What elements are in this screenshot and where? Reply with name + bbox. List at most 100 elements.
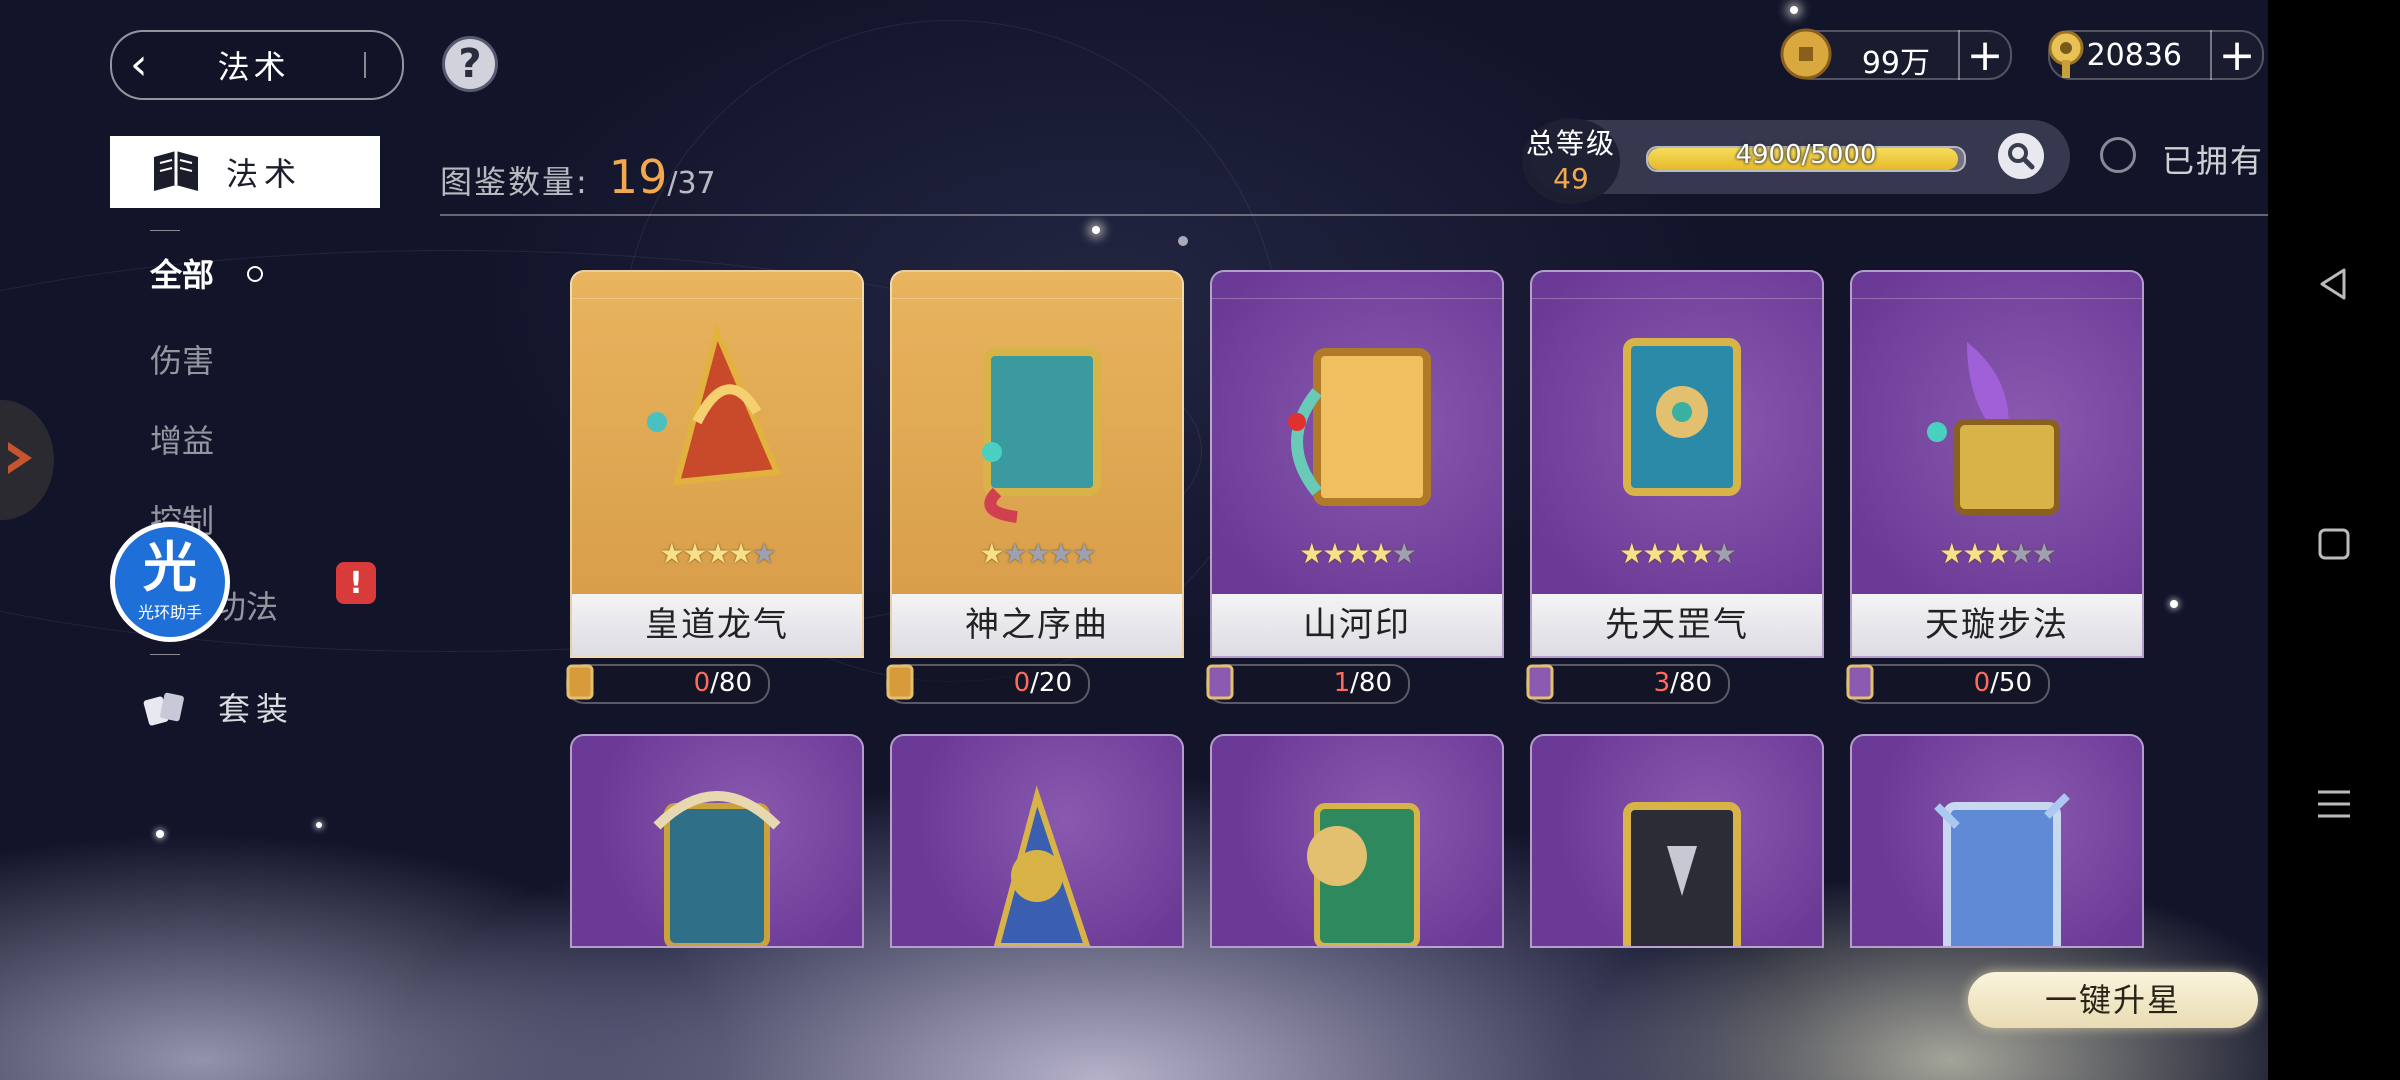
shard-icon xyxy=(1526,664,1554,700)
question-icon: ? xyxy=(458,41,482,87)
game-screen: ‹ 法术 ? 法术 全部 伤害 增益 控制 功法 ! 光 光环助手 套装 图鉴数… xyxy=(0,0,2268,1080)
spell-art-icon xyxy=(982,348,1101,523)
alert-badge: ! xyxy=(336,562,376,604)
spell-card[interactable]: ★★★★★ 皇道龙气 xyxy=(570,270,864,658)
star-filled-icon: ★ xyxy=(1322,537,1347,570)
spell-card[interactable] xyxy=(890,734,1184,948)
recents-nav-button[interactable] xyxy=(2302,772,2366,836)
star-rating: ★★★★★ xyxy=(1852,537,2142,570)
card-decoration xyxy=(1852,298,2142,299)
star-empty-icon: ★ xyxy=(1711,537,1737,570)
halo-logo-text: 光 xyxy=(143,536,197,599)
star-decoration xyxy=(1178,236,1188,246)
add-coin-button[interactable]: + xyxy=(1958,30,2010,81)
shard-owned: 0 xyxy=(1973,668,1991,698)
shard-owned: 3 xyxy=(1653,668,1671,698)
owned-filter-checkbox[interactable] xyxy=(2100,137,2136,173)
star-filled-icon: ★ xyxy=(1299,537,1324,570)
spell-art-icon xyxy=(1934,793,2070,946)
shard-icon xyxy=(1846,664,1874,700)
chevron-left-icon: ‹ xyxy=(130,39,148,90)
sidebar-item-label: 套装 xyxy=(218,690,295,728)
divider xyxy=(150,230,180,231)
star-empty-icon: ★ xyxy=(1071,537,1097,570)
sidebar-section-spells[interactable]: 法术 xyxy=(110,136,380,208)
spell-card[interactable] xyxy=(1530,734,1824,948)
shard-counter: 1/80 xyxy=(1206,664,1410,704)
spell-name: 神之序曲 xyxy=(892,594,1182,656)
shard-owned: 0 xyxy=(693,668,711,698)
divider xyxy=(440,214,2268,216)
star-empty-icon: ★ xyxy=(1002,537,1027,570)
star-empty-icon: ★ xyxy=(2008,537,2034,570)
spell-art-icon xyxy=(653,791,781,946)
star-filled-icon: ★ xyxy=(1985,537,2010,570)
shard-owned: 1 xyxy=(1333,668,1351,698)
menu-lines-icon xyxy=(2318,790,2350,818)
shard-counter: 0/20 xyxy=(886,664,1090,704)
floating-tab[interactable] xyxy=(0,400,54,520)
card-decoration xyxy=(1532,298,1822,299)
card-decoration xyxy=(572,298,862,299)
spell-art-icon xyxy=(1307,803,1420,946)
back-button[interactable]: ‹ 法术 xyxy=(110,30,404,100)
shard-icon xyxy=(886,664,914,700)
spell-card[interactable]: ★★★★★ 山河印 xyxy=(1210,270,1504,658)
spell-card[interactable] xyxy=(1850,734,2144,948)
currency-coin: 99万 + xyxy=(1780,28,2012,81)
star-decoration xyxy=(316,822,322,828)
star-empty-icon: ★ xyxy=(751,537,777,570)
shard-required: /80 xyxy=(1670,668,1712,698)
star-filled-icon: ★ xyxy=(979,537,1004,570)
spell-name: 先天罡气 xyxy=(1532,594,1822,656)
key-value: 20836 xyxy=(2086,38,2182,73)
star-decoration xyxy=(2170,600,2178,608)
star-decoration xyxy=(156,830,164,838)
one-key-star-up-button[interactable]: 一键升星 xyxy=(1968,972,2258,1028)
coin-value: 99万 xyxy=(1861,46,1930,81)
shard-required: /50 xyxy=(1990,668,2032,698)
star-rating: ★★★★★ xyxy=(1532,537,1822,570)
selected-dot-icon xyxy=(247,266,263,282)
level-badge: 总等级 49 xyxy=(1522,118,1620,204)
square-home-icon xyxy=(2318,528,2350,560)
search-icon xyxy=(2008,143,2035,170)
book-stack-icon xyxy=(143,692,184,726)
divider xyxy=(364,52,366,78)
level-label: 总等级 xyxy=(1525,127,1616,160)
back-nav-button[interactable] xyxy=(2302,252,2366,316)
shard-counter: 0/80 xyxy=(566,664,770,704)
halo-assistant-button[interactable]: 光 光环助手 xyxy=(110,522,230,642)
owned-filter-label[interactable]: 已拥有 xyxy=(2162,136,2264,182)
sidebar-section-label: 法术 xyxy=(226,155,303,193)
spell-art-icon xyxy=(1927,342,2060,515)
scroll-icon xyxy=(154,151,198,191)
shard-required: /80 xyxy=(1350,668,1392,698)
category-buff[interactable]: 增益 xyxy=(150,416,214,462)
spell-card[interactable]: ★★★★★ 先天罡气 xyxy=(1530,270,1824,658)
star-filled-icon: ★ xyxy=(728,537,754,570)
star-filled-icon: ★ xyxy=(1345,537,1370,570)
star-empty-icon: ★ xyxy=(1025,537,1050,570)
system-navigation-bar xyxy=(2268,0,2400,1080)
help-button[interactable]: ? xyxy=(442,36,498,92)
star-filled-icon: ★ xyxy=(1368,537,1394,570)
category-all[interactable]: 全部 xyxy=(150,250,214,296)
home-nav-button[interactable] xyxy=(2302,512,2366,576)
spell-card[interactable]: ★★★★★ 天璇步法 xyxy=(1850,270,2144,658)
shard-icon xyxy=(1206,664,1234,700)
spell-card[interactable]: ★★★★★ 神之序曲 xyxy=(890,270,1184,658)
category-damage[interactable]: 伤害 xyxy=(150,336,214,382)
star-filled-icon: ★ xyxy=(1665,537,1690,570)
sidebar-item-suit[interactable]: 套装 xyxy=(140,684,294,730)
add-key-button[interactable]: + xyxy=(2210,30,2262,81)
spell-card[interactable] xyxy=(570,734,864,948)
star-empty-icon: ★ xyxy=(1048,537,1074,570)
star-filled-icon: ★ xyxy=(1642,537,1667,570)
star-decoration xyxy=(1092,226,1100,234)
spell-art-icon xyxy=(993,785,1091,946)
collection-count: 图鉴数量: 19 /37 xyxy=(440,150,716,204)
spell-card[interactable] xyxy=(1210,734,1504,948)
search-button[interactable] xyxy=(1998,133,2044,179)
star-filled-icon: ★ xyxy=(659,537,684,570)
